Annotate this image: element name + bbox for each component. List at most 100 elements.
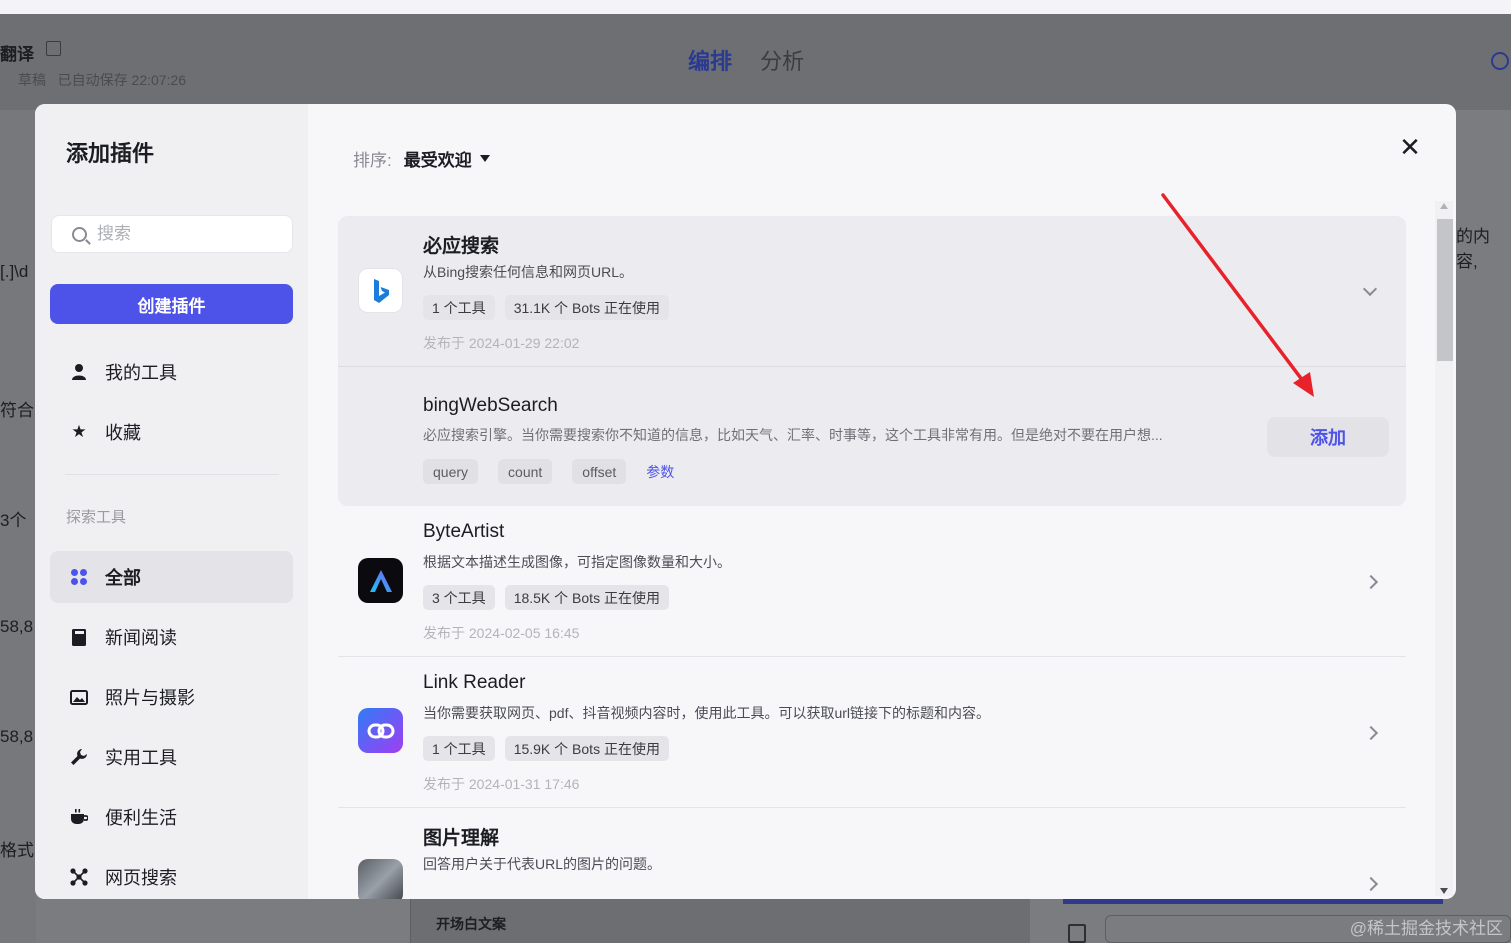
plugin-card-image-understanding[interactable]: 图片理解 回答用户关于代表URL的图片的问题。 [338, 808, 1406, 899]
params-link[interactable]: 参数 [646, 462, 674, 482]
search-box[interactable] [51, 215, 293, 253]
sort-label: 排序: [353, 151, 392, 170]
caret-down-icon [479, 155, 490, 162]
chevron-right-icon[interactable] [1363, 725, 1379, 741]
category-label: 新闻阅读 [105, 628, 177, 648]
category-utilities[interactable]: 实用工具 [50, 731, 293, 783]
modal-title: 添加插件 [66, 141, 155, 166]
category-label: 实用工具 [105, 748, 177, 768]
plugin-desc: 回答用户关于代表URL的图片的问题。 [423, 856, 662, 872]
scroll-up-icon[interactable] [1440, 203, 1448, 209]
plugin-desc: 从Bing搜索任何信息和网页URL。 [423, 264, 634, 280]
plugin-list: 必应搜索 从Bing搜索任何信息和网页URL。 1 个工具 31.1K 个 Bo… [338, 216, 1406, 899]
tool-name: bingWebSearch [423, 395, 558, 416]
category-photo[interactable]: 照片与摄影 [50, 671, 293, 723]
byteartist-icon [358, 558, 403, 603]
close-icon[interactable]: ✕ [1399, 134, 1421, 160]
scroll-down-icon[interactable] [1440, 888, 1448, 894]
nav-label: 收藏 [105, 423, 141, 443]
history-icon[interactable] [1491, 52, 1509, 70]
tool-row: bingWebSearch 必应搜索引擎。当你需要搜索你不知道的信息，比如天气、… [338, 366, 1406, 506]
tool-params: query count offset 参数 [423, 459, 674, 484]
nav-label: 我的工具 [105, 363, 177, 383]
link-icon [358, 708, 403, 753]
cup-icon [70, 808, 88, 826]
plugin-card-header[interactable]: 图片理解 回答用户关于代表URL的图片的问题。 [338, 808, 1406, 899]
bg-text: 58,8 [0, 617, 34, 636]
chevron-right-icon[interactable] [1363, 574, 1379, 590]
tab-analyze[interactable]: 分析 [760, 49, 804, 74]
plugin-name: Link Reader [423, 672, 526, 693]
add-plugin-modal: 添加插件 创建插件 我的工具 ★ 收藏 探索工具 全部 [35, 104, 1456, 899]
param-badge: query [423, 459, 479, 484]
plugin-card-header[interactable]: Link Reader 当你需要获取网页、pdf、抖音视频内容时，使用此工具。可… [338, 657, 1406, 807]
network-icon [70, 868, 88, 886]
edit-icon[interactable] [46, 41, 61, 56]
plugin-tags: 3 个工具 18.5K 个 Bots 正在使用 [423, 585, 669, 610]
plugin-tags: 1 个工具 15.9K 个 Bots 正在使用 [423, 736, 669, 761]
category-label: 网页搜索 [105, 868, 177, 888]
bot-status: 草稿 已自动保存 22:07:26 [18, 72, 187, 88]
scrollbar[interactable] [1435, 201, 1453, 896]
tools-count-badge: 3 个工具 [423, 585, 495, 610]
plugin-card-bing[interactable]: 必应搜索 从Bing搜索任何信息和网页URL。 1 个工具 31.1K 个 Bo… [338, 216, 1406, 506]
bot-title: 翻译 [0, 45, 34, 64]
chevron-right-icon[interactable] [1363, 876, 1379, 892]
scroll-thumb[interactable] [1437, 219, 1453, 361]
publish-date: 发布于 2024-01-29 22:02 [423, 335, 580, 351]
category-lifestyle[interactable]: 便利生活 [50, 791, 293, 843]
category-web-search[interactable]: 网页搜索 [50, 851, 293, 899]
bots-count-badge: 31.1K 个 Bots 正在使用 [504, 295, 669, 320]
bg-text: 的内容, [1456, 227, 1490, 271]
search-input[interactable] [97, 224, 267, 244]
category-all[interactable]: 全部 [50, 551, 293, 603]
bg-text: 58,8 [0, 727, 34, 746]
bg-text: 符合i [0, 401, 38, 420]
param-badge: count [498, 459, 553, 484]
category-label: 照片与摄影 [105, 688, 195, 708]
sort-value: 最受欢迎 [403, 151, 472, 170]
publish-date: 发布于 2024-01-31 17:46 [423, 776, 580, 792]
tools-count-badge: 1 个工具 [423, 736, 495, 761]
nav-my-tools[interactable]: 我的工具 [50, 346, 293, 398]
chevron-down-icon[interactable] [1362, 281, 1378, 297]
plugin-card-header[interactable]: ByteArtist 根据文本描述生成图像，可指定图像数量和大小。 3 个工具 … [338, 506, 1406, 656]
divider [65, 474, 279, 475]
plugin-card-header[interactable]: 必应搜索 从Bing搜索任何信息和网页URL。 1 个工具 31.1K 个 Bo… [338, 216, 1406, 366]
create-plugin-button[interactable]: 创建插件 [50, 284, 293, 324]
browser-strip [0, 0, 1511, 14]
bots-count-badge: 15.9K 个 Bots 正在使用 [504, 736, 669, 761]
plugin-card-byteartist[interactable]: ByteArtist 根据文本描述生成图像，可指定图像数量和大小。 3 个工具 … [338, 506, 1406, 656]
tools-count-badge: 1 个工具 [423, 295, 495, 320]
category-news[interactable]: 新闻阅读 [50, 611, 293, 663]
sort-dropdown[interactable]: 排序: 最受欢迎 [353, 146, 490, 171]
plugin-tags: 1 个工具 31.1K 个 Bots 正在使用 [423, 295, 669, 320]
bg-text: [.]\d [0, 262, 29, 281]
image-icon [70, 688, 88, 706]
tab-arrange[interactable]: 编排 [688, 49, 732, 74]
category-label: 便利生活 [105, 808, 177, 828]
grid-icon [70, 568, 88, 586]
add-tool-button[interactable]: 添加 [1267, 417, 1389, 457]
nav-favorites[interactable]: ★ 收藏 [50, 406, 293, 458]
tool-desc: 必应搜索引擎。当你需要搜索你不知道的信息，比如天气、汇率、时事等，这个工具非常有… [423, 427, 1163, 443]
bots-count-badge: 18.5K 个 Bots 正在使用 [504, 585, 669, 610]
modal-sidebar: 添加插件 创建插件 我的工具 ★ 收藏 探索工具 全部 [35, 104, 308, 899]
watermark: @稀土掘金技术社区 [1349, 919, 1503, 938]
bg-text: 格式 [0, 841, 34, 860]
image-understanding-icon [358, 859, 403, 899]
plugin-desc: 当你需要获取网页、pdf、抖音视频内容时，使用此工具。可以获取url链接下的标题… [423, 705, 991, 721]
wrench-icon [70, 748, 88, 766]
opening-text-label: 开场白文案 [436, 916, 506, 932]
book-icon [70, 628, 88, 646]
plugin-card-link-reader[interactable]: Link Reader 当你需要获取网页、pdf、抖音视频内容时，使用此工具。可… [338, 657, 1406, 807]
explore-section-label: 探索工具 [66, 509, 127, 526]
clear-icon [1068, 924, 1086, 943]
user-icon [70, 363, 88, 381]
star-icon: ★ [71, 422, 87, 441]
bg-text: 3个 [0, 511, 27, 530]
mode-tabs: 编排 分析 [688, 44, 804, 76]
plugin-name: 必应搜索 [423, 236, 500, 257]
param-badge: offset [572, 459, 627, 484]
bing-icon [358, 268, 403, 313]
